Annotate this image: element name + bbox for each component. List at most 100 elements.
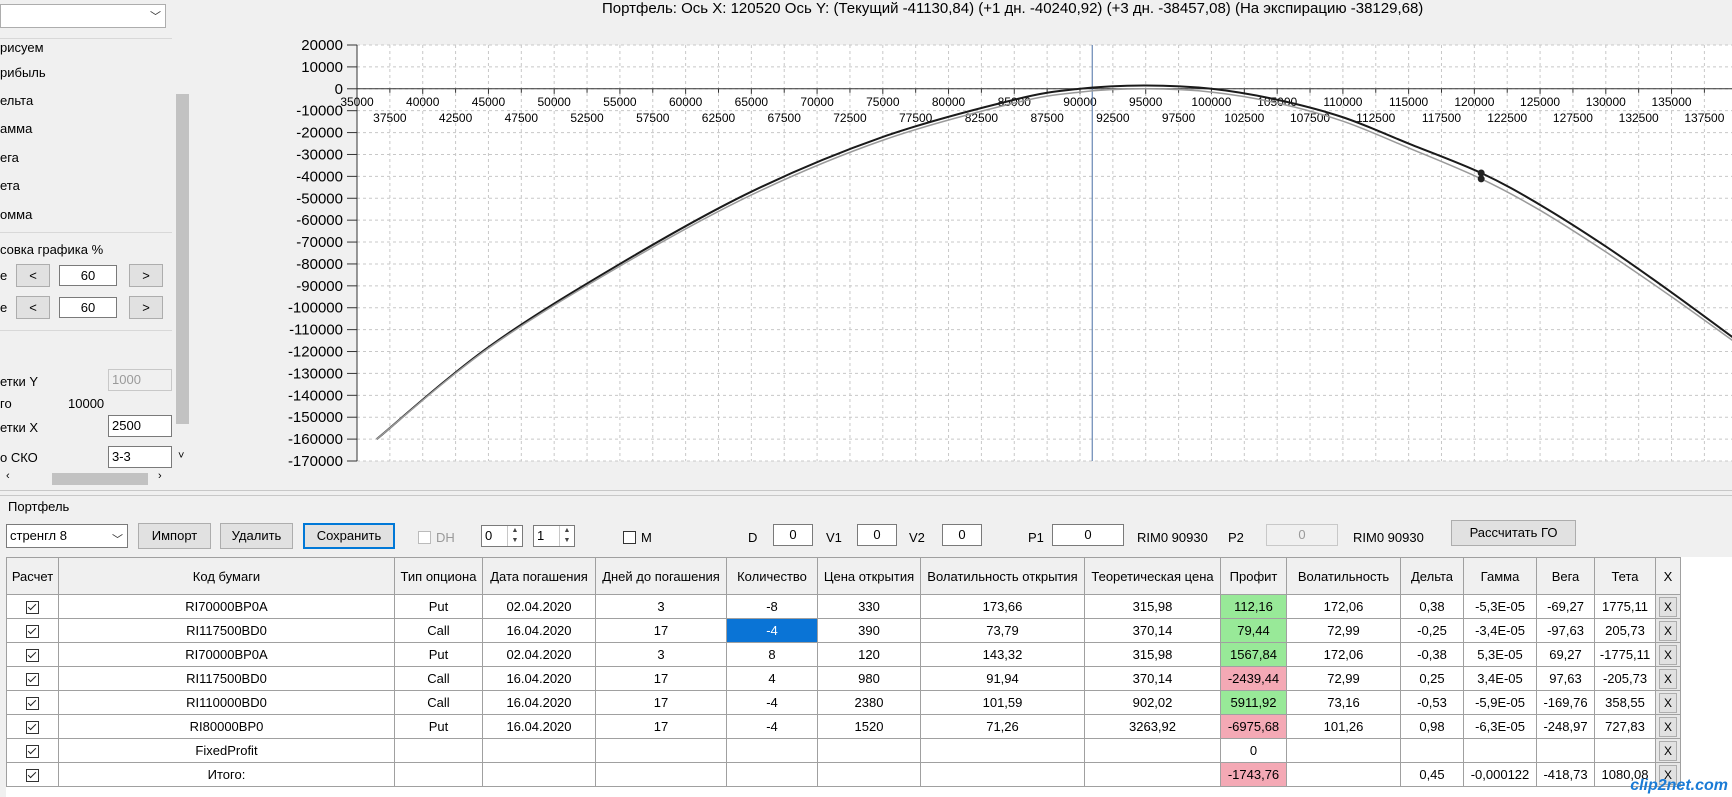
grid-x-input[interactable]: 2500 (108, 415, 172, 437)
cell-type[interactable]: Call (394, 618, 483, 643)
sko-input[interactable]: 3-3 (108, 446, 172, 468)
cell-gamma[interactable]: -3,4E-05 (1463, 618, 1537, 643)
payoff-chart[interactable]: 20000 100000 -10000 -20000 -30000 -40000 -5000… (200, 30, 1732, 475)
cell-date[interactable]: 16.04.2020 (482, 714, 596, 739)
cell-theor[interactable]: 3263,92 (1084, 714, 1221, 739)
v1-input[interactable]: 0 (857, 524, 897, 546)
cell-profit[interactable]: -1743,76 (1220, 762, 1287, 787)
calc-checkbox-cell[interactable] (6, 666, 59, 691)
cell-price[interactable]: 1520 (817, 714, 921, 739)
column-header[interactable]: Дельта (1400, 557, 1464, 595)
checkbox-vomma-label[interactable]: омма (0, 207, 32, 222)
cell-date[interactable]: 16.04.2020 (482, 690, 596, 715)
scroll-right-icon[interactable]: › (158, 470, 162, 482)
cell-vol[interactable]: 101,26 (1286, 714, 1401, 739)
dh-spin-1[interactable]: 0 ▲ ▼ (481, 525, 523, 547)
column-header[interactable]: Тип опциона (394, 557, 483, 595)
remove-row-button[interactable]: X (1659, 692, 1677, 713)
cell-vol-open[interactable]: 91,94 (920, 666, 1085, 691)
cell-days[interactable] (595, 738, 727, 763)
table-row[interactable]: FixedProfit 0 X (6, 738, 1681, 763)
cell-theta[interactable]: -1775,11 (1594, 642, 1656, 667)
cell-delta[interactable]: 0,98 (1400, 714, 1464, 739)
cell-vol-open[interactable]: 173,66 (920, 594, 1085, 619)
cell-days[interactable]: 17 (595, 666, 727, 691)
cell-days[interactable] (595, 762, 727, 787)
cell-price[interactable]: 390 (817, 618, 921, 643)
remove-row-button[interactable]: X (1659, 740, 1677, 761)
calc-checkbox-cell[interactable] (6, 618, 59, 643)
column-header[interactable]: Гамма (1463, 557, 1537, 595)
cell-type[interactable] (394, 762, 483, 787)
checkbox-checked-icon[interactable] (26, 673, 39, 687)
cell-date[interactable] (482, 762, 596, 787)
spin-arrows-icon[interactable]: ▲ ▼ (507, 526, 522, 546)
import-button[interactable]: Импорт (138, 523, 211, 549)
column-header[interactable]: X (1655, 557, 1681, 595)
cell-theor[interactable] (1084, 738, 1221, 763)
cell-qty[interactable] (726, 762, 818, 787)
cell-code[interactable]: RI117500BD0 (58, 618, 395, 643)
scroll-left-icon[interactable]: ‹ (6, 470, 10, 482)
checkbox-checked-icon[interactable] (26, 745, 39, 759)
cell-type[interactable]: Call (394, 690, 483, 715)
cell-qty[interactable]: -4 (726, 714, 818, 739)
remove-row-button[interactable]: X (1659, 668, 1677, 689)
cell-days[interactable]: 17 (595, 618, 727, 643)
cell-vega[interactable]: -418,73 (1536, 762, 1595, 787)
cell-theor[interactable]: 315,98 (1084, 594, 1221, 619)
checkbox-checked-icon[interactable] (26, 697, 39, 711)
column-header[interactable]: Код бумаги (58, 557, 395, 595)
scrollbar-thumb[interactable] (176, 94, 189, 424)
checkbox-checked-icon[interactable] (26, 601, 39, 615)
calc-checkbox-cell[interactable] (6, 690, 59, 715)
cell-gamma[interactable]: -0,000122 (1463, 762, 1537, 787)
cell-profit[interactable]: 5911,92 (1220, 690, 1287, 715)
table-row[interactable]: RI70000BP0A Put 02.04.2020 3 8 120 143,32 315,9… (6, 642, 1681, 667)
cell-vol[interactable]: 172,06 (1286, 594, 1401, 619)
dh-spin-2[interactable]: 1 ▲ ▼ (533, 525, 575, 547)
cell-profit[interactable]: 1567,84 (1220, 642, 1287, 667)
save-button[interactable]: Сохранить (303, 523, 395, 549)
dh-checkbox[interactable] (418, 531, 431, 544)
cell-price[interactable]: 330 (817, 594, 921, 619)
cell-vol[interactable]: 73,16 (1286, 690, 1401, 715)
cell-vega[interactable]: -97,63 (1536, 618, 1595, 643)
cell-theta[interactable]: 727,83 (1594, 714, 1656, 739)
table-row[interactable]: RI80000BP0 Put 16.04.2020 17 -4 1520 71,26 3263… (6, 714, 1681, 739)
cell-vol[interactable]: 72,99 (1286, 618, 1401, 643)
cell-theta[interactable]: 205,73 (1594, 618, 1656, 643)
column-header[interactable]: Тета (1594, 557, 1656, 595)
cell-theor[interactable]: 902,02 (1084, 690, 1221, 715)
checkbox-checked-icon[interactable] (26, 769, 39, 783)
column-header[interactable]: Цена открытия (817, 557, 921, 595)
cell-code[interactable]: RI70000BP0A (58, 594, 395, 619)
cell-price[interactable] (817, 762, 921, 787)
column-header[interactable]: Вега (1536, 557, 1595, 595)
calc-checkbox-cell[interactable] (6, 642, 59, 667)
positions-grid[interactable]: Расчет Код бумаги Тип опциона Дата погаш… (6, 557, 1732, 797)
chevron-down-icon[interactable]: ﹀ (112, 529, 123, 551)
column-header[interactable]: Волатильность (1286, 557, 1401, 595)
cell-qty[interactable]: -8 (726, 594, 818, 619)
chart-mode-combo[interactable]: ﹀ (0, 4, 166, 28)
cell-gamma[interactable] (1463, 738, 1537, 763)
table-row[interactable]: RI110000BD0 Call 16.04.2020 17 -4 2380 101,59 9… (6, 690, 1681, 715)
cell-date[interactable]: 16.04.2020 (482, 618, 596, 643)
cell-vega[interactable]: 69,27 (1536, 642, 1595, 667)
cell-delta[interactable]: 0,25 (1400, 666, 1464, 691)
cell-theor[interactable]: 370,14 (1084, 666, 1221, 691)
table-row[interactable]: Итого: -1743,76 0,45 -0,000122 -418,73 1080,0… (6, 762, 1681, 787)
checkbox-checked-icon[interactable] (26, 649, 39, 663)
cell-delta[interactable]: -0,25 (1400, 618, 1464, 643)
column-header[interactable]: Дней до погашения (595, 557, 727, 595)
cell-vol[interactable] (1286, 762, 1401, 787)
checkbox-theta-label[interactable]: ета (0, 178, 20, 193)
cell-profit[interactable]: -2439,44 (1220, 666, 1287, 691)
splitter[interactable] (0, 490, 1732, 496)
cell-profit[interactable]: 112,16 (1220, 594, 1287, 619)
calc-checkbox-cell[interactable] (6, 714, 59, 739)
cell-price[interactable]: 2380 (817, 690, 921, 715)
cell-qty[interactable]: -4 (726, 690, 818, 715)
cell-date[interactable]: 02.04.2020 (482, 594, 596, 619)
